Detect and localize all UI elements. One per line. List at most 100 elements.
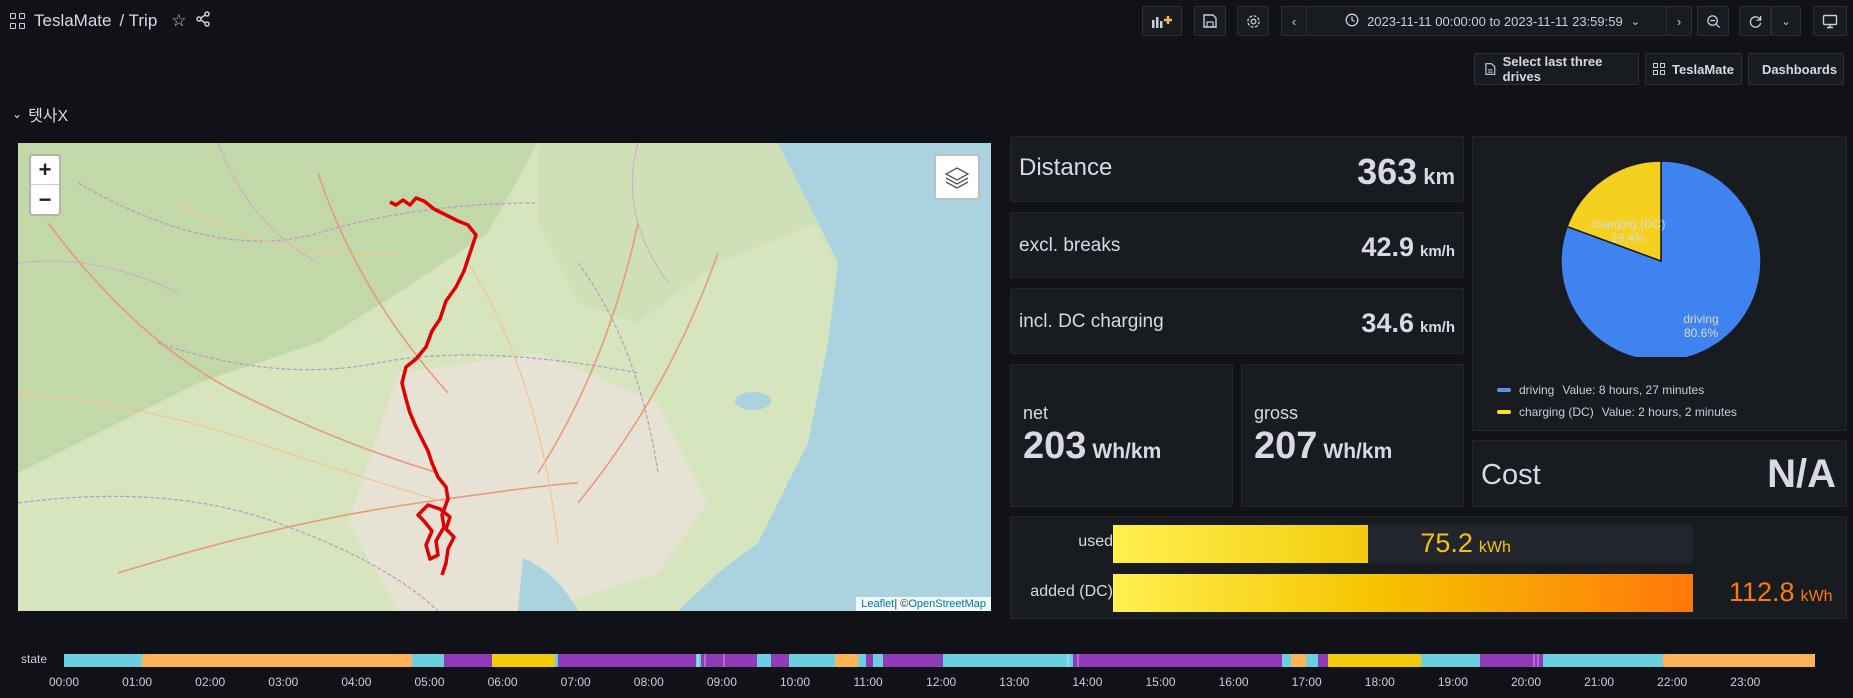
pie-label-charging-percent: 19.4%: [1610, 231, 1646, 245]
legend-driving-name: driving: [1519, 383, 1555, 397]
incl-dc-charging-number: 34.6: [1361, 308, 1414, 338]
timeline-segment: [757, 654, 771, 667]
timeline-segment: [555, 654, 558, 667]
timeline-tick-label: 18:00: [1364, 675, 1395, 689]
net-consumption-panel: net 203 Wh/km: [1010, 364, 1233, 507]
timeline-tick-label: 17:00: [1291, 675, 1322, 689]
refresh-icon: [1749, 15, 1761, 28]
timeline-segment: [64, 654, 142, 667]
refresh-interval-dropdown[interactable]: ⌄: [1771, 6, 1801, 36]
excl-breaks-label: excl. breaks: [1019, 235, 1121, 256]
incl-dc-charging-value: 34.6 km/h: [1361, 308, 1455, 339]
dashboard-grid-icon: [1653, 63, 1666, 75]
zoom-in-button[interactable]: +: [31, 156, 59, 185]
timeline-tick-label: 09:00: [706, 675, 737, 689]
state-timeline-bars: [64, 654, 1815, 667]
time-range-text: 2023-11-11 00:00:00 to 2023-11-11 23:59:…: [1367, 13, 1623, 29]
timeline-segment: [412, 654, 444, 667]
time-range-picker[interactable]: 2023-11-11 00:00:00 to 2023-11-11 23:59:…: [1306, 6, 1679, 36]
legend-item-driving[interactable]: driving Value: 8 hours, 27 minutes: [1497, 383, 1704, 397]
breadcrumb-page: / Trip: [119, 11, 158, 30]
state-timeline[interactable]: [64, 654, 1815, 667]
timeline-segment: [835, 654, 858, 667]
save-dashboard-button[interactable]: [1194, 6, 1226, 36]
added-dc-bar-track: [1113, 574, 1693, 612]
row-collapse-toggle[interactable]: ⌄ 텟사X: [12, 102, 68, 126]
map-tiles: [18, 143, 991, 611]
timeline-segment: [558, 654, 696, 667]
settings-button[interactable]: [1237, 6, 1269, 36]
timeline-tick-label: 04:00: [341, 675, 372, 689]
cost-panel: Cost N/A: [1472, 440, 1847, 507]
save-icon: [1203, 14, 1217, 28]
monitor-icon: [1822, 14, 1838, 28]
distance-label: Distance: [1019, 154, 1113, 181]
gross-value: 207 Wh/km: [1254, 425, 1392, 468]
star-icon[interactable]: ☆: [171, 11, 186, 31]
used-bar-fill: [1113, 525, 1369, 563]
timeline-segment: [883, 654, 943, 667]
zoom-out-time-button[interactable]: [1697, 6, 1729, 36]
timeline-tick-label: 03:00: [268, 675, 299, 689]
timeline-segment: [492, 654, 555, 667]
incl-dc-charging-unit: km/h: [1419, 319, 1455, 336]
added-dc-number: 112.8: [1729, 577, 1795, 607]
timeline-tick-label: 19:00: [1437, 675, 1468, 689]
dashboards-link[interactable]: Dashboards: [1748, 53, 1844, 85]
net-unit: Wh/km: [1092, 440, 1162, 463]
timeline-tick-label: 23:00: [1730, 675, 1761, 689]
add-panel-button[interactable]: [1142, 6, 1182, 36]
timeline-tick-label: 22:00: [1657, 675, 1688, 689]
teslamate-link[interactable]: TeslaMate: [1645, 53, 1742, 85]
timeline-segment: [444, 654, 492, 667]
excl-breaks-number: 42.9: [1361, 232, 1414, 262]
timeline-segment: [701, 654, 757, 667]
timeline-tick-label: 05:00: [414, 675, 445, 689]
state-pie-panel: driving 80.6% charging (DC) 19.4% drivin…: [1472, 136, 1847, 431]
added-dc-unit: kWh: [1800, 588, 1833, 605]
timeline-tick-label: 08:00: [633, 675, 664, 689]
layers-icon: [944, 167, 970, 189]
teslamate-link-label: TeslaMate: [1672, 61, 1734, 77]
timeline-tick-label: 15:00: [1145, 675, 1176, 689]
timeline-tick-label: 11:00: [853, 675, 883, 689]
used-label: used: [1078, 533, 1113, 550]
tv-mode-button[interactable]: [1813, 6, 1847, 36]
breadcrumb: TeslaMate / Trip ☆: [10, 9, 211, 33]
timeline-tick-label: 20:00: [1510, 675, 1542, 689]
timeline-segment: [858, 654, 866, 667]
time-back-button[interactable]: ‹: [1281, 6, 1307, 36]
gear-icon: [1246, 14, 1260, 28]
chevron-down-icon: ⌄: [1630, 15, 1640, 28]
pie-label-driving-percent: 80.6%: [1683, 326, 1719, 340]
timeline-tick-label: 13:00: [999, 675, 1030, 689]
time-forward-button[interactable]: ›: [1666, 6, 1692, 36]
distance-panel: Distance 363 km: [1010, 136, 1464, 202]
map-layers-button[interactable]: [934, 154, 980, 200]
gross-consumption-panel: gross 207 Wh/km: [1241, 364, 1464, 507]
refresh-button[interactable]: [1739, 6, 1771, 36]
select-last-three-drives-link[interactable]: Select last three drives: [1474, 53, 1639, 85]
openstreetmap-link[interactable]: OpenStreetMap: [908, 598, 986, 610]
timeline-tick-label: 21:00: [1584, 675, 1615, 689]
distance-value: 363 km: [1357, 151, 1455, 193]
excl-breaks-unit: km/h: [1419, 243, 1455, 260]
cost-value: N/A: [1767, 452, 1836, 496]
net-value: 203 Wh/km: [1023, 425, 1161, 468]
attribution-separator: | ©: [894, 598, 909, 610]
energy-bar-panel: used 75.2 kWh added (DC) 112.8 kWh: [1010, 516, 1847, 619]
add-panel-icon: [1152, 16, 1172, 28]
added-dc-value: 112.8 kWh: [1729, 577, 1833, 608]
timeline-segment: [1282, 654, 1291, 667]
timeline-segment: [943, 654, 1073, 667]
share-icon[interactable]: [195, 10, 211, 32]
zoom-out-button[interactable]: −: [31, 185, 59, 214]
chevron-down-icon: ⌄: [1781, 15, 1791, 28]
map-zoom-control: + −: [29, 154, 61, 216]
net-number: 203: [1023, 425, 1087, 467]
timeline-tick-label: 07:00: [560, 675, 591, 689]
breadcrumb-root[interactable]: TeslaMate: [34, 11, 111, 31]
trip-map[interactable]: [18, 143, 991, 611]
leaflet-link[interactable]: Leaflet: [861, 598, 894, 610]
legend-item-charging[interactable]: charging (DC) Value: 2 hours, 2 minutes: [1497, 405, 1737, 419]
